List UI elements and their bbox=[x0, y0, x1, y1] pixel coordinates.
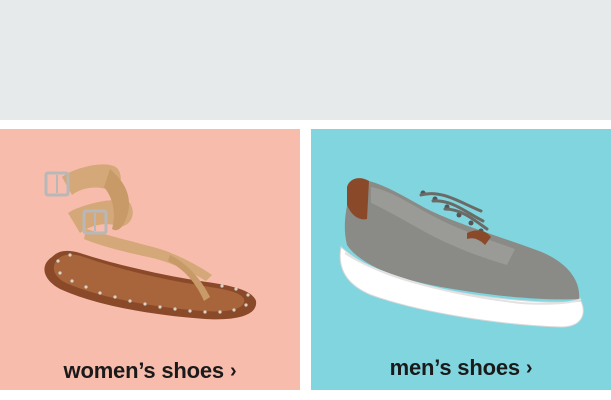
sneaker-image bbox=[339, 178, 584, 328]
mens-shoes-tile[interactable]: men’s shoes › bbox=[311, 129, 611, 390]
womens-shoes-tile[interactable]: women’s shoes › bbox=[0, 129, 300, 390]
womens-shoes-link[interactable]: women’s shoes › bbox=[0, 358, 300, 384]
womens-shoes-label: women’s shoes bbox=[63, 358, 225, 383]
top-banner bbox=[0, 0, 611, 120]
mens-shoes-label: men’s shoes bbox=[389, 355, 520, 380]
sandal-image bbox=[44, 164, 257, 320]
mens-shoes-link[interactable]: men’s shoes › bbox=[311, 355, 611, 381]
chevron-right-icon: › bbox=[229, 360, 237, 382]
chevron-right-icon: › bbox=[525, 357, 533, 379]
